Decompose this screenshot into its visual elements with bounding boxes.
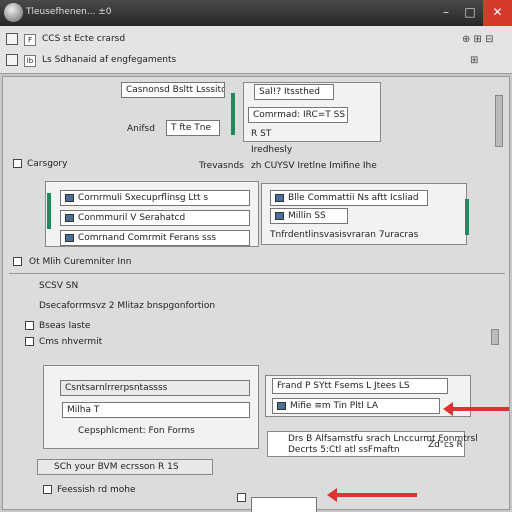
middle-left-item-2[interactable]: Conmmuril V Serahatcd	[60, 210, 250, 226]
info-line-2: Decrts 5:Ctl atl ssFmaftn	[288, 445, 400, 455]
accent-bar-left	[231, 93, 235, 135]
maximize-button[interactable]: □	[458, 0, 482, 26]
accent-bar-middle-left	[47, 193, 51, 229]
bottom-toolbar: SCh your BVM ecrsson R 1S	[37, 459, 213, 475]
title-bar: Tleusefhenen... ±0 – □ ✕	[0, 0, 512, 26]
lower-right-panel: Frand P SYtt Fsems L Jtees LS Mifie ≡m T…	[265, 375, 471, 417]
toolbar-row-2-text: Ls Sdhanaid af engfegaments	[42, 55, 177, 65]
middle-left-panel: Cornrmuli Sxecuprflinsg Ltt s Conmmuril …	[45, 181, 259, 247]
window-title: Tleusefhenen... ±0	[26, 7, 112, 17]
grid-icon[interactable]	[6, 54, 18, 66]
option-a-label: Bseas Iaste	[39, 321, 91, 331]
divider	[9, 273, 505, 274]
document-icon[interactable]	[6, 33, 18, 45]
option-a-checkbox[interactable]	[25, 321, 34, 330]
row-label-a: Anifsd	[127, 124, 155, 134]
toolbar-tools-icon[interactable]: ⊕ ⊞ ⊟	[462, 34, 494, 45]
top-scrollbar[interactable]	[495, 95, 503, 147]
toolbar-row-2: ib Ls Sdhanaid af engfegaments ⊞	[0, 52, 512, 70]
toolbar-row-1-text: CCS st Ecte crarsd	[42, 34, 126, 44]
bottom-input-toggle[interactable]	[237, 493, 246, 502]
arrow-pointer-2	[327, 488, 417, 502]
right-list-item-3: zh CUYSV Iretlne Imifine Ihe	[251, 161, 377, 171]
option-b-checkbox[interactable]	[25, 337, 34, 346]
minimize-button[interactable]: –	[434, 0, 458, 26]
close-button[interactable]: ✕	[483, 0, 512, 26]
combo-field[interactable]: Casnonsd Bsltt Lsssitd	[121, 82, 225, 98]
bottom-row-label: Feessish rd mohe	[57, 485, 136, 495]
main-panel: Casnonsd Bsltt Lsssitd Anifsd T fte Tne …	[2, 76, 510, 512]
right-top-field[interactable]: Comrmad: IRC=T SS	[248, 107, 348, 123]
lower-right-header[interactable]: Frand P SYtt Fsems L Jtees LS	[272, 378, 448, 394]
middle-right-item-2[interactable]: Millin SS	[270, 208, 348, 224]
app-icon[interactable]	[4, 3, 23, 22]
lower-left-field[interactable]: Milha T	[62, 402, 250, 418]
bottom-checkbox[interactable]	[43, 485, 52, 494]
section-b-scrollbar[interactable]	[491, 329, 499, 345]
toolbar: F CCS st Ecte crarsd ⊕ ⊞ ⊟ ib Ls Sdhanai…	[0, 26, 512, 74]
right-list-item-2: Iredhesly	[251, 145, 293, 155]
toolbar-row-1: F CCS st Ecte crarsd ⊕ ⊞ ⊟	[0, 31, 512, 49]
lower-right-field[interactable]: Mifie ≡m Tin Pltl LA	[272, 398, 440, 414]
category-label: Carsgory	[27, 159, 68, 169]
section-b-header: SCSV SN	[39, 281, 79, 291]
info-box: Drs B Alfsamstfu srach Lnccurmt Fonmtrsl…	[267, 431, 478, 457]
lower-left-panel: Csntsarnlrrerpsntassss Milha T Cepsphlcm…	[43, 365, 259, 449]
status-label: Ot Mlih Curemniter Inn	[29, 257, 132, 267]
middle-right-item-3: Tnfrdentlinsvasisvraran 7uracras	[270, 230, 419, 240]
right-top-title[interactable]: Sal!? Itssthed	[254, 84, 334, 100]
toolbar-code-box[interactable]: F	[24, 34, 36, 46]
middle-right-panel: Blle Commattii Ns aftt Icsliad Millin SS…	[261, 183, 467, 245]
middle-left-item-3[interactable]: Comrnand Comrmit Ferans sss	[60, 230, 250, 246]
toolbar-code-box-2[interactable]: ib	[24, 55, 36, 67]
bottom-toolbar-label: SCh your BVM ecrsson R 1S	[54, 462, 179, 472]
info-side-label: Zd"cs R	[428, 440, 463, 450]
category-value: Trevasnds	[199, 161, 244, 171]
bottom-input[interactable]	[251, 497, 317, 512]
status-checkbox[interactable]	[13, 257, 22, 266]
section-b-description: Dsecaforrmsvz 2 Mlitaz bnspgonfortion	[39, 301, 216, 311]
lower-left-caption: Cepsphlcment: Fon Forms	[78, 426, 195, 436]
panel-icon[interactable]: ⊞	[470, 55, 478, 66]
category-checkbox[interactable]	[13, 159, 22, 168]
lower-left-header[interactable]: Csntsarnlrrerpsntassss	[60, 380, 250, 396]
middle-left-item-1[interactable]: Cornrmuli Sxecuprflinsg Ltt s	[60, 190, 250, 206]
row-field-b[interactable]: T fte Tne	[166, 120, 220, 136]
arrow-pointer-1	[443, 402, 509, 416]
accent-bar-middle-right	[465, 199, 469, 235]
right-list-item-1: R ST	[251, 129, 272, 139]
middle-right-item-1[interactable]: Blle Commattii Ns aftt Icsliad	[270, 190, 428, 206]
option-b-label: Cms nhvermit	[39, 337, 103, 347]
